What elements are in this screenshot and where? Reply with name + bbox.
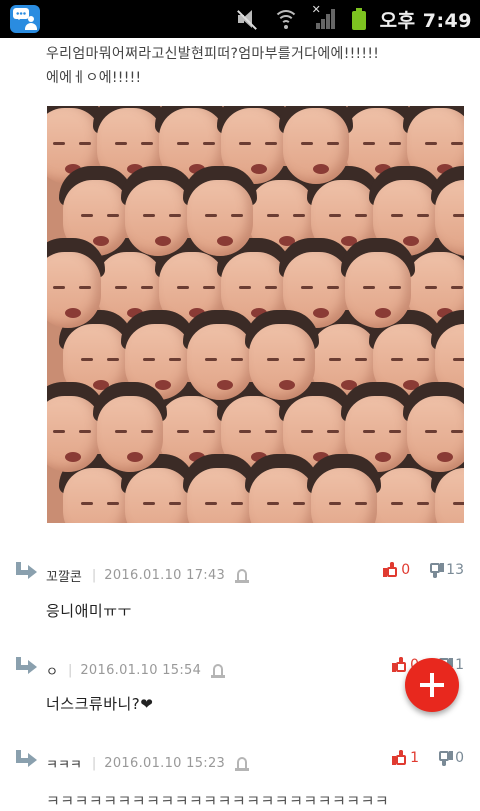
next-comment-partial: ㅋㅋㅋㅋㅋㅋㅋㅋㅋㅋㅋㅋㅋㅋㅋㅋㅋㅋㅋㅋㅋㅋㅋㅋ: [46, 792, 390, 810]
upvote-count: 0: [401, 562, 411, 578]
comment-author: 꼬깔콘: [46, 570, 82, 585]
post-image[interactable]: [47, 106, 464, 523]
comment-body: 응니애미ㅠㅜ: [46, 602, 132, 620]
face-tile: [339, 238, 417, 330]
add-comment-button[interactable]: [405, 658, 459, 712]
signal-icon: ✕: [312, 3, 338, 31]
reply-arrow-icon: [16, 562, 38, 579]
mute-icon: [234, 7, 260, 31]
face-tile: [429, 166, 464, 258]
reply-arrow-icon: [16, 657, 38, 674]
face-tile: [47, 238, 107, 330]
face-tile: [181, 166, 259, 258]
post-text-line: 에에ㅔㅇ에!!!!!: [46, 70, 142, 86]
thumb-down-icon: [437, 750, 454, 766]
face-tile: [305, 454, 383, 523]
report-bell-icon[interactable]: [235, 756, 250, 772]
status-bar: ✕ 오후 7:49: [0, 0, 480, 38]
face-tile: [91, 382, 169, 474]
downvote-count: 0: [455, 750, 464, 766]
comment-time: 2016.01.10 15:54: [80, 663, 202, 678]
report-bell-icon[interactable]: [235, 568, 250, 584]
reply-arrow-icon: [16, 750, 38, 767]
face-tile: [401, 382, 464, 474]
comment-time: 2016.01.10 15:23: [104, 756, 226, 771]
report-bell-icon[interactable]: [211, 663, 226, 679]
upvote-button[interactable]: 0: [383, 562, 410, 578]
downvote-button[interactable]: 13: [428, 562, 464, 578]
status-clock: 오후 7:49: [379, 9, 472, 32]
thumb-up-icon: [383, 562, 399, 578]
battery-icon: [350, 7, 368, 31]
upvote-button[interactable]: 1: [392, 750, 419, 766]
upvote-count: 1: [410, 750, 420, 766]
thumb-down-icon: [428, 562, 445, 578]
thumb-up-icon: [392, 750, 408, 766]
comment-author: ㅋㅋㅋ: [46, 758, 82, 773]
comment-body: 너스크류바니?❤: [46, 695, 154, 713]
comment-author: ㅇ: [46, 665, 58, 680]
post-text: 우리엄마뭐어쩌라고신발현피떠?엄마부를거다에에!!!!!! 에에ㅔㅇ에!!!!!: [46, 42, 466, 90]
face-tile: [243, 310, 321, 402]
post-text-line: 우리엄마뭐어쩌라고신발현피떠?엄마부를거다에에!!!!!!: [46, 46, 380, 62]
face-tile: [277, 106, 355, 186]
wifi-icon: [272, 7, 300, 31]
comment-time: 2016.01.10 17:43: [104, 568, 226, 583]
downvote-count: 1: [455, 657, 464, 673]
thumb-up-icon: [392, 657, 408, 673]
downvote-button[interactable]: 0: [437, 750, 464, 766]
downvote-count: 13: [446, 562, 464, 578]
app-message-icon: [10, 5, 40, 33]
